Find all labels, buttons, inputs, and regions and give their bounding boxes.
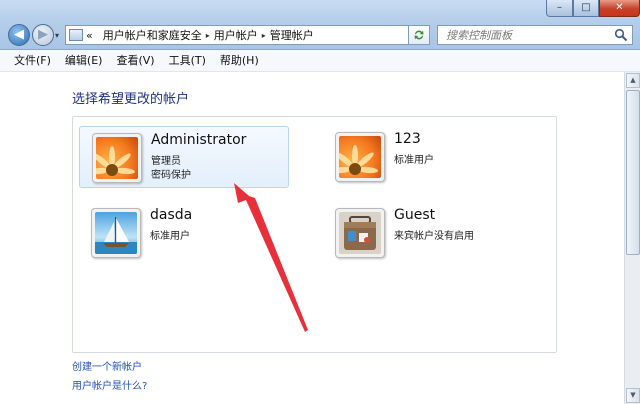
breadcrumb-manage-accounts[interactable]: 管理帐户 [270, 27, 314, 43]
account-name: dasda [150, 207, 193, 223]
account-role: 标准用户 [394, 155, 434, 166]
page-title: 选择希望更改的帐户 [72, 92, 190, 107]
breadcrumb-family-safety[interactable]: 用户帐户和家庭安全 [103, 27, 202, 43]
search-input[interactable] [444, 28, 608, 43]
what-is-user-account-link[interactable]: 用户帐户是什么? [72, 377, 147, 392]
menu-view[interactable]: 查看(V) [109, 50, 161, 71]
account-administrator[interactable]: Administrator 管理员 密码保护 [79, 126, 289, 188]
forward-button[interactable]: ▶ [32, 24, 54, 46]
refresh-icon [414, 30, 424, 40]
flower-avatar-icon [335, 132, 385, 182]
account-name: Administrator [151, 132, 247, 148]
scroll-down-icon[interactable]: ▼ [626, 388, 640, 403]
main-content: 选择希望更改的帐户 Administrator 管理员 密码保护 123 标准用… [0, 72, 620, 404]
account-role: 管理员 [151, 156, 181, 167]
close-button[interactable]: ✕ [599, 0, 640, 17]
flower-avatar-icon [92, 133, 142, 183]
account-role: 来宾帐户没有启用 [394, 231, 474, 242]
guest-suitcase-icon [335, 208, 385, 258]
address-bar[interactable]: « 用户帐户和家庭安全 ▸ 用户帐户 ▸ 管理帐户 ▾ [65, 25, 430, 45]
sailboat-avatar-icon [91, 208, 141, 258]
search-box[interactable] [437, 25, 633, 45]
breadcrumb-user-accounts[interactable]: 用户帐户 [214, 27, 258, 43]
menu-edit[interactable]: 编辑(E) [58, 50, 110, 71]
vertical-scrollbar[interactable]: ▲ ▼ [624, 72, 640, 404]
account-123[interactable]: 123 标准用户 [323, 126, 533, 188]
account-guest[interactable]: Guest 来宾帐户没有启用 [323, 202, 533, 264]
menu-bar: 文件(F) 编辑(E) 查看(V) 工具(T) 帮助(H) [0, 50, 640, 72]
account-name: Guest [394, 207, 436, 223]
account-role: 标准用户 [150, 231, 190, 242]
control-panel-icon [69, 29, 83, 41]
refresh-button[interactable] [408, 25, 430, 45]
menu-help[interactable]: 帮助(H) [213, 50, 266, 71]
account-name: 123 [394, 131, 421, 147]
accounts-panel: Administrator 管理员 密码保护 123 标准用户 dasda 标准… [72, 116, 557, 353]
scroll-up-icon[interactable]: ▲ [626, 73, 640, 88]
maximize-button[interactable]: □ [573, 0, 599, 17]
menu-tools[interactable]: 工具(T) [162, 50, 213, 71]
scroll-thumb[interactable] [626, 90, 640, 255]
create-account-link[interactable]: 创建一个新帐户 [72, 358, 142, 373]
account-password-status: 密码保护 [151, 170, 191, 181]
menu-file[interactable]: 文件(F) [0, 50, 58, 71]
recent-pages-dropdown-icon[interactable]: ▾ [55, 31, 64, 41]
minimize-button[interactable]: – [546, 0, 573, 17]
search-icon[interactable] [614, 28, 628, 42]
breadcrumb-separator-icon[interactable]: ▸ [262, 31, 266, 40]
address-prefix[interactable]: « [86, 29, 93, 42]
title-bar: – □ ✕ ◀ ▶ ▾ « 用户帐户和家庭安全 ▸ 用户帐户 ▸ 管理帐户 ▾ [0, 0, 640, 50]
breadcrumb-separator-icon[interactable]: ▸ [206, 31, 210, 40]
account-dasda[interactable]: dasda 标准用户 [79, 202, 289, 264]
back-button[interactable]: ◀ [8, 24, 30, 46]
